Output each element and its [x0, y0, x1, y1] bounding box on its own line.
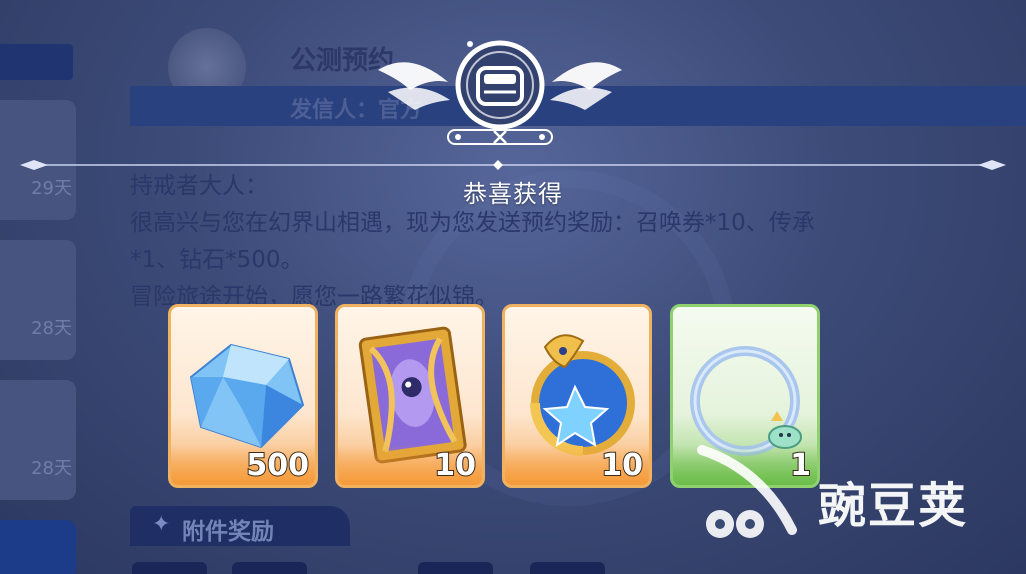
mail-expiry-days: 28天	[31, 458, 72, 479]
mail-line: 很高兴与您在幻界山相遇，现为您发送预约奖励：召唤券*10、传承	[130, 210, 815, 236]
attachments-header: ✦ 附件奖励	[130, 506, 350, 546]
mail-list-item[interactable]: 28天	[0, 380, 76, 500]
sparkle-icon: ✦	[152, 512, 171, 537]
reward-count: 10	[433, 447, 477, 484]
winged-mail-emblem-icon	[378, 40, 622, 145]
attachment-slot	[132, 562, 207, 574]
reward-card-diamond[interactable]: 500	[168, 304, 318, 488]
title-divider	[20, 160, 1006, 170]
attachment-slot	[530, 562, 605, 574]
attachment-slot	[232, 562, 307, 574]
attachment-slot	[418, 562, 493, 574]
reward-count: 10	[600, 447, 644, 484]
reward-count: 500	[245, 447, 310, 484]
mail-list-item-selected[interactable]	[0, 520, 76, 574]
popup-title: 恭喜获得	[463, 180, 563, 208]
attachments-label: 附件奖励	[182, 519, 274, 545]
mail-tab[interactable]	[0, 44, 73, 80]
reward-card-badge[interactable]: 10	[502, 304, 652, 488]
mail-list-sidebar: 29天 28天 28天	[0, 0, 80, 574]
mail-line: *1、钻石*500。	[130, 247, 304, 273]
mail-list-item[interactable]: 28天	[0, 240, 76, 360]
reward-card-summon[interactable]: 10	[335, 304, 485, 488]
mail-expiry-days: 28天	[31, 318, 72, 339]
watermark-text: 豌豆荚	[818, 478, 969, 534]
